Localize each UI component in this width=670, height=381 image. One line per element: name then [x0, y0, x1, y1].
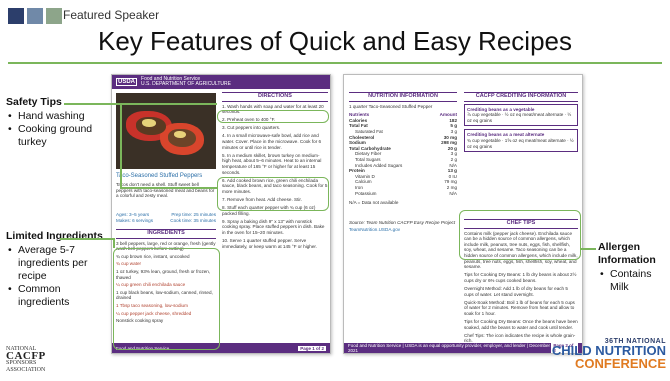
- direction-step: 10. Serve 1 quarter stuffed pepper. Serv…: [222, 237, 317, 249]
- footer-agency: Food and Nutrition Service | USDA is an …: [348, 343, 550, 353]
- logo-text: CONFERENCE: [574, 356, 666, 371]
- connector-line: [60, 238, 113, 240]
- navy-square: [8, 8, 24, 24]
- nutrient-name: Potassium: [355, 190, 377, 196]
- directions-heading: DIRECTIONS: [222, 92, 328, 102]
- cacfp-sponsors-logo: NATIONAL CACFP SPONSORS ASSOCIATION: [6, 346, 56, 374]
- nutrition-section: NUTRITION INFORMATION 1 quarter Taco-Sea…: [349, 92, 457, 233]
- cheese-shape: [174, 131, 186, 138]
- connector-line: [120, 103, 122, 187]
- limited-ingredients-heading: Limited Ingredients: [6, 230, 103, 242]
- page-number: Page 1 of 2: [298, 345, 326, 351]
- highlight-turkey-cooking: [217, 177, 329, 211]
- credit-box-vegetable: Crediting beans as a vegetable ⅞ cup veg…: [464, 103, 578, 127]
- chef-tip: Quick-Soak Method: Boil 1 lb of beans fo…: [464, 299, 575, 316]
- slide-title: Key Features of Quick and Easy Recipes: [97, 26, 572, 56]
- highlight-ingredients: [113, 248, 220, 350]
- logo-text: CACFP: [6, 350, 46, 362]
- connector-line: [113, 238, 115, 248]
- title-divider: [8, 62, 662, 64]
- usda-logo: USDA: [116, 78, 138, 86]
- allergen-heading: Allergen Information: [598, 241, 656, 266]
- limited-ingredients-callout: Limited Ingredients Average 5-7 ingredie…: [6, 230, 106, 309]
- cook-time: Cook time: 35 minutes: [170, 217, 216, 223]
- connector-line: [64, 103, 217, 105]
- nutrition-heading: NUTRITION INFORMATION: [349, 92, 457, 102]
- credit-body: ⅞ cup vegetable · ½ oz eq meat/meat alte…: [467, 112, 572, 123]
- logo-text: SPONSORS: [6, 360, 37, 366]
- direction-step: 9. Spray a baking dish 9" x 13" with non…: [222, 218, 325, 235]
- featured-speaker-label: Featured Speaker: [63, 8, 160, 22]
- recipe-name: Taco-Seasoned Stuffed Peppers: [116, 173, 203, 179]
- nutrition-table: Calories 182 Total Fat 5 g Saturated Fat 3 gC…: [349, 118, 457, 196]
- credit-title: Crediting beans as a vegetable: [467, 106, 535, 112]
- crediting-section: CACFP CREDITING INFORMATION Crediting be…: [464, 92, 578, 155]
- logo-text: ASSOCIATION: [6, 367, 46, 373]
- serving-size: 1 quarter Taco-Seasoned Stuffed Pepper: [349, 103, 433, 109]
- credit-box-meat-alternate: Crediting beans as a meat alternate ¾ cu…: [464, 129, 578, 153]
- allergen-item: Contains Milk: [598, 268, 670, 294]
- department-name: U.S. DEPARTMENT OF AGRICULTURE: [141, 81, 231, 87]
- direction-step: 3. Cut peppers into quarters.: [222, 125, 281, 131]
- crediting-heading: CACFP CREDITING INFORMATION: [464, 92, 578, 102]
- limited-ingredients-item: Average 5-7 ingredients per recipe: [6, 244, 106, 283]
- sage-square: [46, 8, 62, 24]
- chef-tip: Overnight Method: Add 1 lb of dry beans …: [464, 285, 568, 297]
- safety-tip-item: Hand washing: [6, 110, 101, 123]
- steel-square: [27, 8, 43, 24]
- direction-step: 4. In a small microwave-safe bowl, add r…: [222, 133, 322, 150]
- connector-line: [120, 187, 217, 189]
- recipe-intro: Tacos don't need a shell. Stuff sweet be…: [116, 182, 215, 199]
- highlight-allergen: [459, 210, 581, 260]
- direction-step: 5. In a medium skillet, brown turkey on …: [222, 152, 322, 175]
- conference-logo: 36TH NATIONAL CHILD NUTRITION CONFERENCE: [538, 338, 666, 370]
- highlight-handwashing: [217, 110, 329, 123]
- credit-body: ¾ cup vegetable · 1⅝ oz eq meat/meat alt…: [467, 137, 574, 149]
- nutrition-row: Potassium N/A: [349, 191, 457, 197]
- allergen-callout: Allergen Information Contains Milk: [598, 241, 670, 294]
- chef-tip: Tips for Cooking Dry Beans: 1 lb dry bea…: [464, 272, 577, 283]
- header-squares: [8, 8, 62, 24]
- ingredients-heading: INGREDIENTS: [116, 229, 216, 239]
- site-link[interactable]: TeamNutrition.USDA.gov: [349, 227, 457, 233]
- recipe-meta: Ages: 3–5 years Prep time: 25 minutes Ma…: [116, 212, 216, 223]
- na-note: N/A = Data not available: [349, 200, 399, 206]
- chef-tip: Tips for Cooking Dry Beans: Once the bea…: [464, 318, 578, 330]
- source-note: Source: Team Nutrition CACFP Easy Recipe…: [349, 219, 456, 225]
- usda-header-bar: USDA Food and Nutrition Service U.S. DEP…: [112, 75, 330, 89]
- credit-title: Crediting beans as a meat alternate: [467, 132, 545, 138]
- makes-text: Makes: 6 servings: [116, 217, 154, 223]
- cheese-shape: [142, 119, 156, 127]
- limited-ingredients-item: Common ingredients: [6, 283, 106, 309]
- safety-tip-item: Cooking ground turkey: [6, 123, 101, 149]
- connector-line: [581, 248, 596, 250]
- nutrient-amount: N/A: [449, 190, 457, 196]
